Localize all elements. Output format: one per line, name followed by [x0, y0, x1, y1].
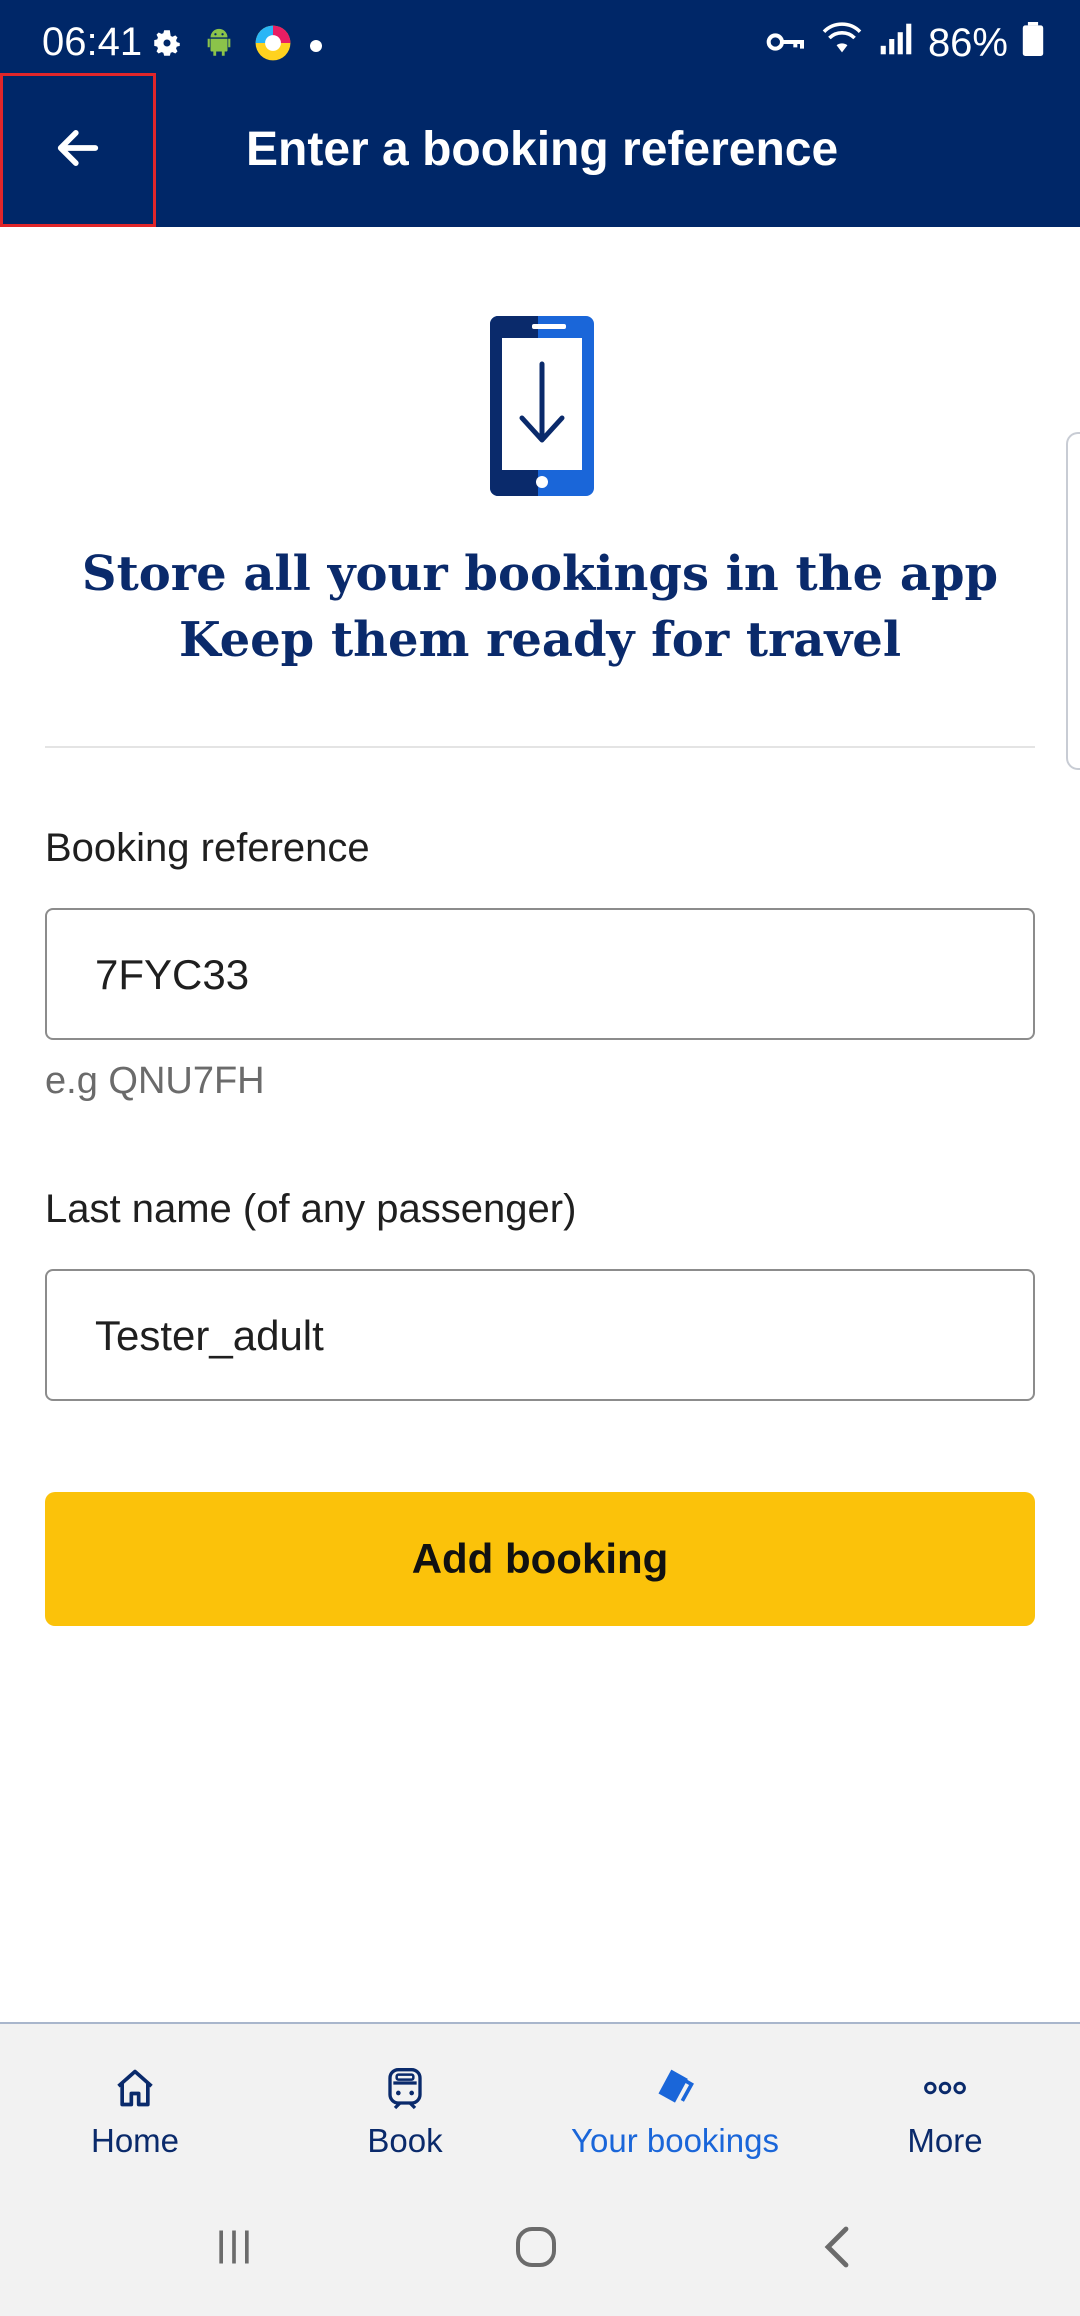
- nav-label: Home: [90, 2122, 180, 2159]
- signal-icon: [878, 21, 914, 66]
- back-system-button[interactable]: [778, 2216, 898, 2282]
- last-name-field[interactable]: [45, 1269, 1035, 1401]
- home-icon: [113, 2064, 157, 2112]
- last-name-input[interactable]: [93, 1271, 997, 1401]
- battery-percent: 86%: [927, 20, 1008, 65]
- app-bar: Enter a booking reference: [0, 73, 1080, 227]
- nav-label: Your bookings: [571, 2122, 779, 2159]
- settings-icon: [150, 26, 184, 65]
- notification-dot-icon: [310, 39, 322, 52]
- recents-button[interactable]: [174, 2216, 294, 2282]
- arrow-left-icon: [52, 122, 104, 179]
- booking-reference-label: Booking reference: [45, 826, 370, 870]
- side-panel-handle[interactable]: [1066, 432, 1080, 770]
- more-icon: [923, 2064, 967, 2112]
- bottom-nav: Home Book Your bookings More: [0, 2022, 1080, 2182]
- tickets-icon: [652, 2064, 698, 2112]
- battery-icon: [1022, 21, 1044, 66]
- train-icon: [385, 2064, 425, 2112]
- divider: [45, 746, 1035, 748]
- nav-item-home[interactable]: Home: [0, 2024, 270, 2182]
- add-booking-button[interactable]: Add booking: [45, 1492, 1035, 1626]
- nav-item-your-bookings[interactable]: Your bookings: [540, 2024, 810, 2182]
- hero-subheadline: Keep them ready for travel: [178, 612, 902, 668]
- recents-icon: [212, 2225, 256, 2274]
- last-name-label: Last name (of any passenger): [45, 1187, 577, 1231]
- page-title: Enter a booking reference: [246, 123, 839, 176]
- home-circle-icon: [512, 2223, 560, 2276]
- system-nav-bar: [0, 2182, 1080, 2316]
- app-icon: [254, 24, 292, 67]
- booking-reference-hint: e.g QNU7FH: [45, 1060, 265, 1102]
- chevron-left-icon: [818, 2223, 858, 2276]
- android-icon: [202, 26, 236, 65]
- vpn-key-icon: [766, 21, 806, 66]
- home-system-button[interactable]: [476, 2216, 596, 2282]
- status-time: 06:41: [42, 20, 143, 64]
- hero-headline: Store all your bookings in the app: [81, 546, 999, 602]
- booking-reference-field[interactable]: [45, 908, 1035, 1040]
- booking-reference-input[interactable]: [93, 910, 997, 1040]
- nav-item-more[interactable]: More: [810, 2024, 1080, 2182]
- wifi-icon: [820, 20, 864, 66]
- phone-download-icon: [488, 314, 596, 503]
- nav-item-book[interactable]: Book: [270, 2024, 540, 2182]
- status-bar: 06:41 86%: [0, 0, 1080, 92]
- nav-label: More: [907, 2122, 983, 2159]
- nav-label: Book: [367, 2122, 443, 2159]
- back-button[interactable]: [0, 73, 156, 227]
